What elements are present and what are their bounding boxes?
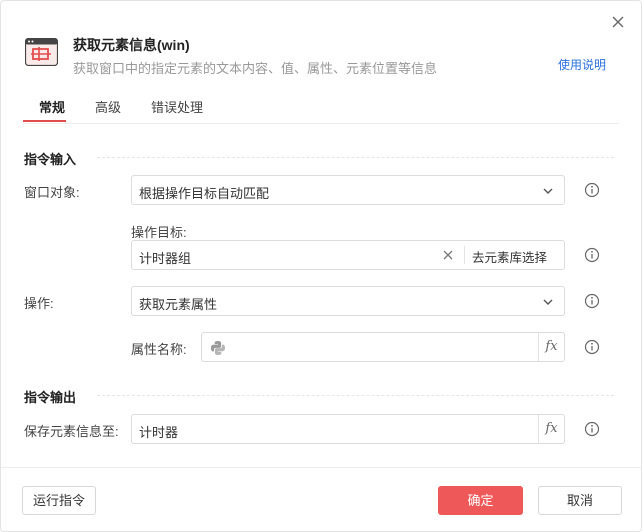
dialog: 获取元素信息(win) 获取窗口中的指定元素的文本内容、值、属性、元素位置等信息… [0, 0, 642, 532]
tab-error-handling[interactable]: 错误处理 [151, 97, 203, 124]
info-icon[interactable] [584, 247, 600, 263]
tab-advanced[interactable]: 高级 [95, 97, 121, 124]
window-object-select[interactable]: 根据操作目标自动匹配 [131, 175, 565, 205]
output-section-title: 指令输出 [24, 390, 77, 405]
help-link[interactable]: 使用说明 [558, 56, 606, 73]
fx-button[interactable]: fx [538, 333, 564, 361]
info-icon[interactable] [584, 293, 600, 309]
footer-divider [1, 467, 641, 468]
section-divider [97, 157, 614, 158]
save-to-label: 保存元素信息至: [24, 424, 119, 439]
info-icon[interactable] [584, 421, 600, 437]
window-object-value: 根据操作目标自动匹配 [139, 186, 270, 201]
fx-button[interactable]: fx [538, 415, 564, 443]
input-section-title: 指令输入 [24, 152, 77, 167]
operation-value: 获取元素属性 [139, 297, 218, 312]
info-icon[interactable] [584, 182, 600, 198]
save-to-input[interactable]: 计时器 fx [131, 414, 565, 444]
attribute-name-input[interactable]: fx [201, 332, 565, 362]
field-divider [464, 246, 465, 264]
operation-select[interactable]: 获取元素属性 [131, 286, 565, 316]
cancel-button[interactable]: 取消 [538, 486, 622, 515]
element-library-button[interactable]: 去元素库选择 [472, 247, 547, 266]
element-window-icon [25, 38, 58, 66]
section-divider [97, 395, 614, 396]
dialog-subtitle: 获取窗口中的指定元素的文本内容、值、属性、元素位置等信息 [73, 61, 438, 76]
chevron-down-icon [543, 188, 553, 194]
tab-bar: 常规 高级 错误处理 [23, 94, 619, 124]
active-tab-indicator [23, 120, 66, 122]
save-to-value: 计时器 [139, 425, 179, 440]
close-icon[interactable] [609, 13, 627, 31]
dialog-title: 获取元素信息(win) [73, 37, 190, 53]
target-label: 操作目标: [131, 225, 187, 240]
info-icon[interactable] [584, 339, 600, 355]
python-icon [211, 341, 225, 355]
operation-label: 操作: [24, 296, 54, 311]
confirm-button[interactable]: 确定 [438, 486, 523, 515]
clear-icon[interactable] [440, 247, 456, 263]
window-object-label: 窗口对象: [24, 185, 80, 200]
chevron-down-icon [543, 299, 553, 305]
attribute-name-label: 属性名称: [131, 342, 187, 357]
run-command-button[interactable]: 运行指令 [22, 486, 96, 515]
target-value: 计时器组 [139, 251, 192, 266]
target-field[interactable]: 计时器组 去元素库选择 [131, 240, 565, 270]
